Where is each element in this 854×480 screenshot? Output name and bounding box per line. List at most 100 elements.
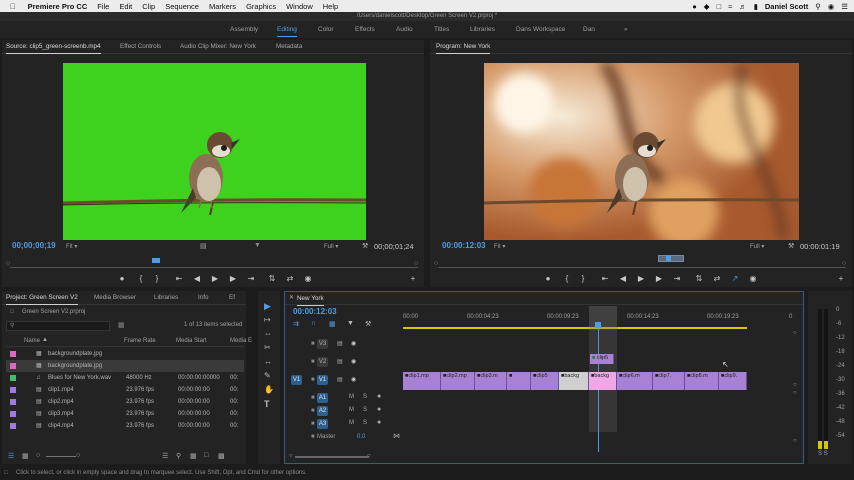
- mute-m[interactable]: M: [349, 420, 354, 426]
- track-select-tool-icon[interactable]: ↦: [264, 315, 271, 324]
- work-area-bar[interactable]: [403, 327, 747, 329]
- clip-v1-background-selected[interactable]: ■backg: [589, 372, 617, 390]
- project-row[interactable]: ▤ clip1.mp4 23.976 fps 00:00:00:00 00:: [6, 384, 244, 396]
- tab-audio-clip-mixer[interactable]: Audio Clip Mixer: New York: [180, 40, 256, 54]
- mic-icon[interactable]: ●: [377, 393, 381, 400]
- column-frame-rate[interactable]: Frame Rate: [124, 338, 156, 344]
- go-to-out-icon[interactable]: ⇥: [246, 274, 256, 284]
- lock-icon[interactable]: ■: [311, 359, 315, 365]
- step-forward-icon[interactable]: ▶: [228, 274, 238, 284]
- meter-solo-buttons[interactable]: S S: [818, 451, 828, 457]
- search-icon[interactable]: ⚲: [815, 2, 821, 11]
- program-mark-in-icon[interactable]: {: [562, 274, 572, 284]
- sync-lock-icon[interactable]: ▤: [337, 340, 343, 347]
- column-media-start[interactable]: Media Start: [176, 338, 207, 344]
- vertical-scroll-bottom-handle[interactable]: ○: [793, 438, 797, 444]
- workspace-audio[interactable]: Audio: [396, 21, 413, 38]
- vertical-scroll-top-handle[interactable]: ○: [793, 330, 797, 336]
- program-mark-out-icon[interactable]: }: [578, 274, 588, 284]
- tab-effects[interactable]: Ef: [229, 291, 235, 305]
- tab-info[interactable]: Info: [198, 291, 209, 305]
- project-search-input[interactable]: ⚲: [6, 321, 110, 331]
- menu-markers[interactable]: Markers: [209, 2, 236, 11]
- program-zoom-bar[interactable]: [658, 255, 684, 262]
- project-row[interactable]: ▦ backgroundplate.jpg: [6, 348, 244, 360]
- workspace-editing[interactable]: Editing: [277, 21, 297, 38]
- tab-project[interactable]: Project: Green Screen V2: [6, 291, 78, 305]
- multicam-icon[interactable]: ↗: [730, 274, 740, 284]
- mute-m[interactable]: M: [349, 394, 354, 400]
- mark-out-icon[interactable]: }: [152, 274, 162, 284]
- go-to-edit-icon[interactable]: ⋈: [393, 432, 400, 440]
- volume-icon[interactable]: ♬: [739, 2, 747, 11]
- menu-file[interactable]: File: [97, 2, 109, 11]
- program-quality-select[interactable]: Full ▾: [750, 243, 764, 250]
- workspace-titles[interactable]: Titles: [434, 21, 449, 38]
- go-to-in-icon[interactable]: ⇤: [174, 274, 184, 284]
- clip-v1[interactable]: ■clip3.m: [475, 372, 507, 390]
- new-bin-footer-icon[interactable]: ▦: [190, 452, 197, 460]
- lock-icon[interactable]: ■: [311, 421, 315, 427]
- lock-icon[interactable]: ■: [311, 341, 315, 347]
- linked-selection-icon[interactable]: ▦: [329, 320, 336, 328]
- project-row[interactable]: ▤ clip4.mp4 23.976 fps 00:00:00:00 00:: [6, 420, 244, 432]
- program-step-back-icon[interactable]: ◀: [618, 274, 628, 284]
- slip-tool-icon[interactable]: ↔: [264, 357, 272, 366]
- nest-icon[interactable]: ⇉: [293, 320, 299, 328]
- workspace-assembly[interactable]: Assembly: [230, 21, 258, 38]
- project-row[interactable]: ▦ backgroundplate.jpg: [6, 360, 244, 372]
- mute-m[interactable]: M: [349, 407, 354, 413]
- track-label-v1[interactable]: V1: [317, 375, 328, 385]
- lock-icon[interactable]: ■: [311, 408, 315, 414]
- clip-v1[interactable]: ■clip6.m: [617, 372, 653, 390]
- wifi-icon[interactable]: ≈: [728, 2, 732, 11]
- program-add-button-icon[interactable]: +: [836, 274, 846, 284]
- mark-in-icon[interactable]: {: [136, 274, 146, 284]
- project-row[interactable]: ♫ Blues for New York.wav 48000 Hz 00:00:…: [6, 372, 244, 384]
- menu-clip[interactable]: Clip: [142, 2, 155, 11]
- clip-v1[interactable]: ■clip2.mp: [441, 372, 475, 390]
- hand-tool-icon[interactable]: ✋: [264, 385, 274, 394]
- dropbox-icon[interactable]: ◆: [704, 2, 710, 11]
- tab-media-browser[interactable]: Media Browser: [94, 291, 136, 305]
- automate-sequence-icon[interactable]: ☰: [162, 452, 168, 460]
- track-label-a2[interactable]: A2: [317, 406, 328, 416]
- export-frame-icon[interactable]: ◉: [303, 274, 313, 284]
- type-tool-icon[interactable]: T: [264, 399, 270, 409]
- creative-cloud-icon[interactable]: ●: [692, 2, 697, 11]
- solo-s[interactable]: S: [363, 420, 367, 426]
- apple-icon[interactable]: : [10, 2, 16, 11]
- list-view-icon[interactable]: ☰: [8, 452, 14, 460]
- menu-list-icon[interactable]: ☰: [841, 2, 848, 11]
- delete-icon[interactable]: ▩: [218, 452, 225, 460]
- new-bin-icon[interactable]: ▦: [118, 321, 125, 329]
- mic-icon[interactable]: ●: [377, 419, 381, 426]
- menu-help[interactable]: Help: [323, 2, 338, 11]
- timeline-timecode[interactable]: 00:00:12:03: [293, 307, 337, 316]
- sort-asc-icon[interactable]: ▲: [42, 337, 48, 343]
- zoom-in-icon[interactable]: ○: [76, 452, 80, 459]
- lock-icon[interactable]: ■: [311, 434, 315, 440]
- program-go-to-out-icon[interactable]: ⇥: [672, 274, 682, 284]
- menu-graphics[interactable]: Graphics: [246, 2, 276, 11]
- program-export-frame-icon[interactable]: ◉: [748, 274, 758, 284]
- vertical-scroll-audio-handle[interactable]: ○: [793, 390, 797, 396]
- thumbnail-size-slider[interactable]: [46, 456, 76, 457]
- lock-icon[interactable]: ■: [311, 395, 315, 401]
- eye-icon[interactable]: ◉: [351, 376, 356, 383]
- menu-edit[interactable]: Edit: [119, 2, 132, 11]
- workspace-effects[interactable]: Effects: [355, 21, 375, 38]
- eye-icon[interactable]: ◉: [351, 340, 356, 347]
- play-icon[interactable]: ▶: [210, 274, 220, 284]
- zoom-scroll-left-handle[interactable]: ○: [289, 453, 293, 459]
- tab-libraries[interactable]: Libraries: [154, 291, 178, 305]
- program-step-forward-icon[interactable]: ▶: [654, 274, 664, 284]
- zoom-out-icon[interactable]: ○: [36, 452, 40, 459]
- clip-v1[interactable]: ■clip8.m: [685, 372, 719, 390]
- icon-view-icon[interactable]: ▦: [22, 452, 29, 460]
- cast-icon[interactable]: □: [717, 2, 722, 11]
- close-icon[interactable]: ✕: [289, 294, 294, 301]
- horizontal-zoom-bar[interactable]: [295, 456, 369, 458]
- workspace-libraries[interactable]: Libraries: [470, 21, 495, 38]
- lift-icon[interactable]: ⇅: [694, 274, 704, 284]
